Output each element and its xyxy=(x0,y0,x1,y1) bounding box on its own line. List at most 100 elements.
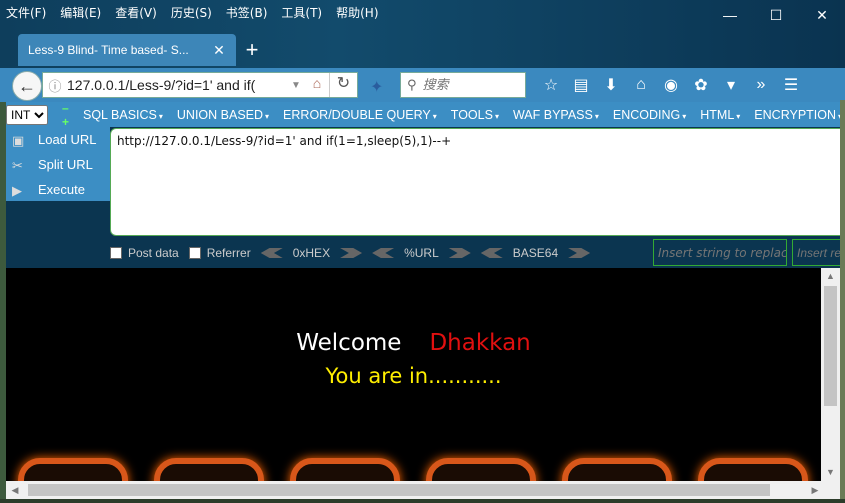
checkbox-box[interactable] xyxy=(110,247,122,259)
execute-button[interactable]: ▶ Execute xyxy=(6,177,110,202)
overflow-icon[interactable]: » xyxy=(746,72,776,98)
load-icon: ▣ xyxy=(12,132,25,148)
menu-waf-bypass[interactable]: WAF BYPASS xyxy=(513,108,599,122)
banner-letter xyxy=(698,458,808,481)
menu-tools[interactable]: 工具(T) xyxy=(281,4,322,21)
browser-tab[interactable]: Less-9 Blind- Time based- S... ✕ xyxy=(18,34,236,66)
dropdown-arrow-icon[interactable]: ▼ xyxy=(291,80,305,91)
menu-help[interactable]: 帮助(H) xyxy=(336,4,378,21)
replacing-string-input[interactable] xyxy=(797,245,844,260)
addon-bird-icon[interactable]: ✦ xyxy=(370,77,383,97)
banner-image xyxy=(18,458,808,481)
download-icon[interactable]: ⬇ xyxy=(596,72,626,98)
back-button[interactable]: ← xyxy=(12,71,42,101)
info-icon[interactable]: ⓘ xyxy=(43,76,67,95)
scroll-thumb-h[interactable] xyxy=(28,484,770,496)
plus-minus-icon[interactable]: – + xyxy=(62,101,69,129)
url-encode-arrow-icon[interactable] xyxy=(448,248,471,258)
desktop-edge-right xyxy=(840,100,845,503)
menu-history[interactable]: 历史(S) xyxy=(171,4,212,21)
search-icon: ⚲ xyxy=(407,77,417,92)
load-url-button[interactable]: ▣ Load URL xyxy=(6,127,110,152)
menu-view[interactable]: 查看(V) xyxy=(115,4,157,21)
bookmark-star-icon[interactable]: ☆ xyxy=(536,72,566,98)
query-textarea[interactable]: http://127.0.0.1/Less-9/?id=1' and if(1=… xyxy=(117,134,838,230)
hackbar-side-panel: ▣ Load URL ✂ Split URL ▶ Execute xyxy=(6,127,110,201)
hamburger-menu-icon[interactable]: ☰ xyxy=(776,72,806,98)
page-content: Welcome Dhakkan You are in........... xyxy=(6,268,821,481)
base64-encoder: BASE64 xyxy=(480,246,591,260)
banner-letter xyxy=(154,458,264,481)
reload-icon[interactable]: ↻ xyxy=(329,73,357,97)
menu-tools[interactable]: TOOLS xyxy=(451,108,499,122)
menu-html[interactable]: HTML xyxy=(700,108,740,122)
addon-icon[interactable]: ◉ xyxy=(656,72,686,98)
execute-label: Execute xyxy=(38,182,85,197)
url-text[interactable]: 127.0.0.1/Less-9/?id=1' and if( xyxy=(67,77,291,93)
split-url-button[interactable]: ✂ Split URL xyxy=(6,152,110,177)
welcome-line: Welcome Dhakkan xyxy=(6,330,821,356)
play-icon: ▶ xyxy=(12,182,22,198)
desktop-edge-bottom xyxy=(0,499,845,503)
base64-encode-arrow-icon[interactable] xyxy=(568,248,591,258)
referrer-checkbox[interactable]: Referrer xyxy=(188,246,251,260)
checkbox-box[interactable] xyxy=(188,247,201,259)
replace-string-field[interactable] xyxy=(653,239,787,266)
search-input[interactable] xyxy=(422,77,513,93)
hex-encoder: 0xHEX xyxy=(260,246,363,260)
status-text: You are in........... xyxy=(325,364,502,388)
new-tab-button[interactable]: + xyxy=(240,38,264,62)
scroll-right-icon[interactable]: ▶ xyxy=(806,481,824,499)
scroll-left-icon[interactable]: ◀ xyxy=(6,481,24,499)
hackbar-query-area[interactable]: http://127.0.0.1/Less-9/?id=1' and if(1=… xyxy=(110,128,845,236)
banner-letter xyxy=(18,458,128,481)
palette-icon[interactable]: ✿ xyxy=(686,72,716,98)
tab-title: Less-9 Blind- Time based- S... xyxy=(28,43,189,57)
menu-error-double-query[interactable]: ERROR/DOUBLE QUERY xyxy=(283,108,437,122)
user-name: Dhakkan xyxy=(429,330,531,356)
menu-union-based[interactable]: UNION BASED xyxy=(177,108,269,122)
base64-decode-arrow-icon[interactable] xyxy=(480,248,503,258)
chevron-down-icon[interactable]: ▾ xyxy=(716,72,746,98)
replacing-string-field[interactable] xyxy=(792,239,845,266)
search-box[interactable]: ⚲ xyxy=(400,72,526,98)
menu-file[interactable]: 文件(F) xyxy=(6,4,46,21)
scroll-thumb[interactable] xyxy=(824,286,837,406)
banner-letter xyxy=(562,458,672,481)
maximize-button[interactable]: ☐ xyxy=(753,0,799,30)
menu-encoding[interactable]: ENCODING xyxy=(613,108,686,122)
type-select[interactable]: INT xyxy=(6,104,48,125)
base64-label: BASE64 xyxy=(512,246,559,260)
horizontal-scrollbar[interactable]: ◀ ▶ xyxy=(6,481,840,499)
split-url-label: Split URL xyxy=(38,157,93,172)
close-button[interactable]: ✕ xyxy=(799,0,845,30)
menu-sql-basics[interactable]: SQL BASICS xyxy=(83,108,163,122)
menu-edit[interactable]: 编辑(E) xyxy=(60,4,101,21)
nav-toolbar: ← ⓘ 127.0.0.1/Less-9/?id=1' and if( ▼ ⌂ … xyxy=(0,68,845,102)
hex-encode-arrow-icon[interactable] xyxy=(340,248,363,258)
reading-list-icon[interactable]: ▤ xyxy=(566,72,596,98)
scroll-down-icon[interactable]: ▼ xyxy=(821,464,840,481)
replace-string-input[interactable] xyxy=(658,245,786,260)
minimize-button[interactable]: — xyxy=(707,0,753,30)
home-icon[interactable]: ⌂ xyxy=(626,72,656,98)
post-data-checkbox[interactable]: Post data xyxy=(110,246,179,260)
scissors-icon: ✂ xyxy=(12,157,23,173)
hackbar-menu: INT – + SQL BASICS UNION BASED ERROR/DOU… xyxy=(6,101,842,129)
menu-encryption[interactable]: ENCRYPTION xyxy=(754,108,842,122)
scroll-up-icon[interactable]: ▲ xyxy=(821,268,840,285)
referrer-label: Referrer xyxy=(206,246,251,260)
back-arrow-icon: ← xyxy=(18,75,36,96)
vertical-scrollbar[interactable]: ▲ ▼ xyxy=(821,268,840,481)
window-titlebar: 文件(F) 编辑(E) 查看(V) 历史(S) 书签(B) 工具(T) 帮助(H… xyxy=(0,0,845,68)
tab-close-icon[interactable]: ✕ xyxy=(212,42,226,59)
menu-bookmarks[interactable]: 书签(B) xyxy=(226,4,268,21)
load-url-label: Load URL xyxy=(38,132,97,147)
banner-letter xyxy=(426,458,536,481)
site-icon[interactable]: ⌂ xyxy=(305,75,329,95)
hex-decode-arrow-icon[interactable] xyxy=(260,248,283,258)
address-bar[interactable]: ⓘ 127.0.0.1/Less-9/?id=1' and if( ▼ ⌂ ↻ xyxy=(42,72,358,98)
window-controls: — ☐ ✕ xyxy=(707,0,845,30)
post-data-label: Post data xyxy=(128,246,179,260)
url-decode-arrow-icon[interactable] xyxy=(372,248,395,258)
